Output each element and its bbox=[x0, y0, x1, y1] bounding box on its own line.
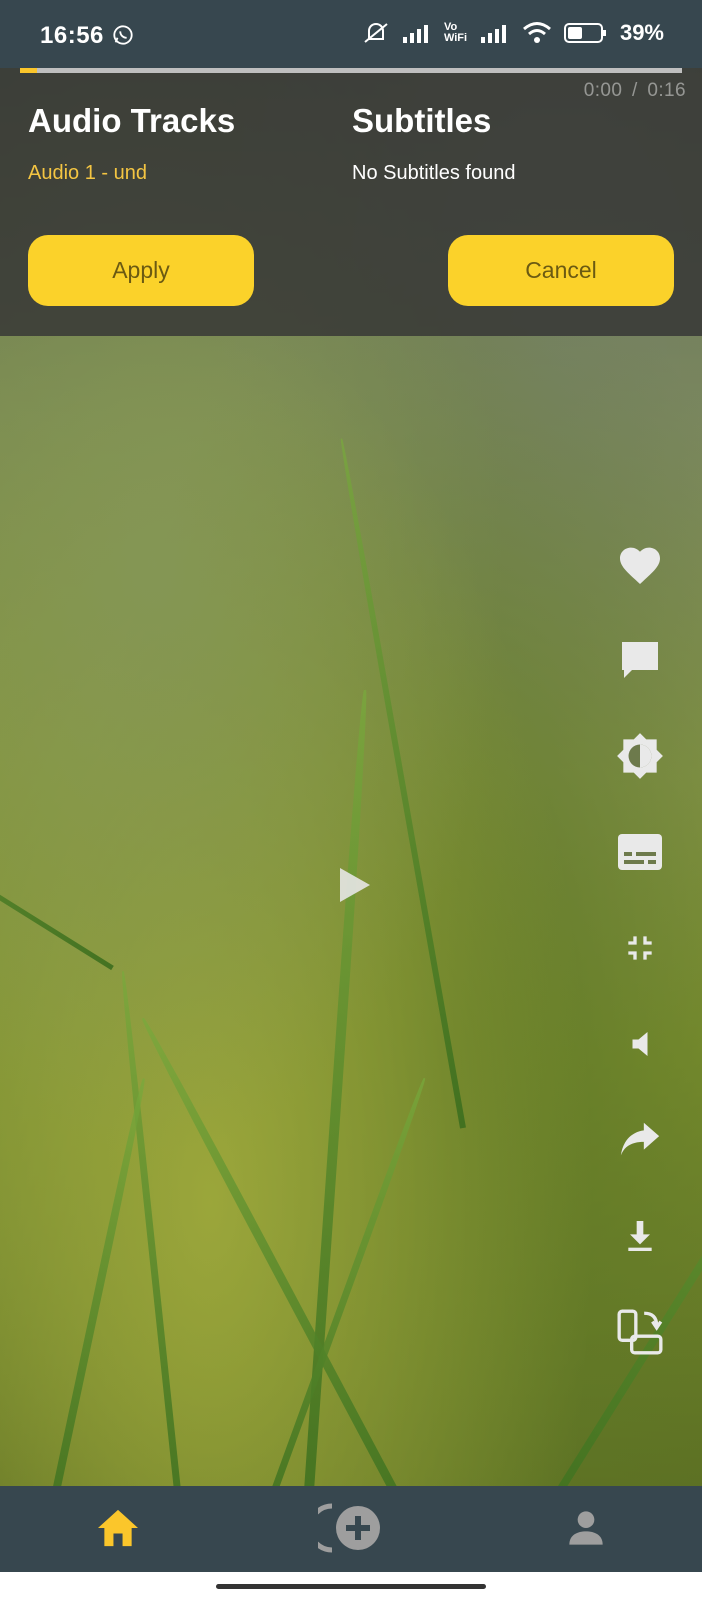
network-label: Vo WiFi bbox=[443, 21, 468, 44]
rotate-screen-button[interactable] bbox=[612, 1304, 668, 1360]
nav-profile[interactable] bbox=[546, 1500, 626, 1556]
brightness-icon bbox=[617, 733, 663, 779]
signal-icon-2 bbox=[480, 25, 506, 43]
profile-icon bbox=[569, 1511, 603, 1545]
tracks-panel: 0:00 / 0:16 Audio Tracks Subtitles Audio… bbox=[0, 68, 702, 336]
download-icon bbox=[628, 1221, 652, 1251]
battery-level: 39% bbox=[619, 20, 664, 45]
mute-icon bbox=[364, 22, 388, 43]
home-indicator[interactable] bbox=[216, 1584, 486, 1589]
volume-button[interactable] bbox=[612, 1016, 668, 1072]
comment-button[interactable] bbox=[612, 632, 668, 688]
add-circle-icon bbox=[318, 1503, 380, 1553]
audio-track-option[interactable]: Audio 1 - und bbox=[28, 162, 147, 185]
status-bar: 16:56 Vo WiFi 39% bbox=[0, 0, 702, 68]
apply-button[interactable]: Apply bbox=[28, 235, 254, 306]
comment-icon bbox=[622, 642, 658, 678]
share-button[interactable] bbox=[612, 1112, 668, 1168]
nav-home[interactable] bbox=[78, 1500, 158, 1556]
subtitles-title: Subtitles bbox=[352, 102, 492, 139]
download-button[interactable] bbox=[612, 1208, 668, 1264]
whatsapp-icon bbox=[113, 25, 133, 45]
home-icon bbox=[98, 1509, 138, 1547]
current-time: 0:00 bbox=[583, 80, 623, 101]
subtitles-icon bbox=[618, 834, 662, 870]
audio-tracks-title: Audio Tracks bbox=[28, 102, 236, 139]
heart-icon bbox=[620, 547, 660, 584]
system-home-bar bbox=[0, 1572, 702, 1600]
status-time: 16:56 bbox=[40, 22, 104, 49]
volume-icon bbox=[632, 1032, 648, 1056]
time-readout: 0:00 / 0:16 bbox=[584, 80, 686, 102]
subtitles-empty-message: No Subtitles found bbox=[352, 162, 516, 184]
video-progress-bar[interactable] bbox=[20, 68, 682, 73]
cancel-button[interactable]: Cancel bbox=[448, 235, 674, 306]
exit-fullscreen-icon bbox=[628, 936, 652, 960]
bottom-nav bbox=[0, 1486, 702, 1572]
battery-icon bbox=[563, 23, 606, 43]
wifi-icon bbox=[522, 22, 551, 43]
video-progress-fill bbox=[20, 68, 37, 73]
status-icons: Vo WiFi 39% bbox=[362, 20, 664, 46]
rotate-screen-icon bbox=[617, 1309, 663, 1355]
play-icon[interactable] bbox=[340, 868, 370, 902]
nav-create[interactable] bbox=[311, 1500, 391, 1556]
share-icon bbox=[620, 1122, 660, 1156]
like-button[interactable] bbox=[612, 536, 668, 592]
brightness-button[interactable] bbox=[612, 728, 668, 784]
duration: 0:16 bbox=[647, 80, 686, 101]
subtitles-button[interactable] bbox=[612, 824, 668, 880]
exit-fullscreen-button[interactable] bbox=[612, 920, 668, 976]
signal-icon bbox=[402, 25, 428, 43]
time-separator: / bbox=[632, 80, 638, 101]
